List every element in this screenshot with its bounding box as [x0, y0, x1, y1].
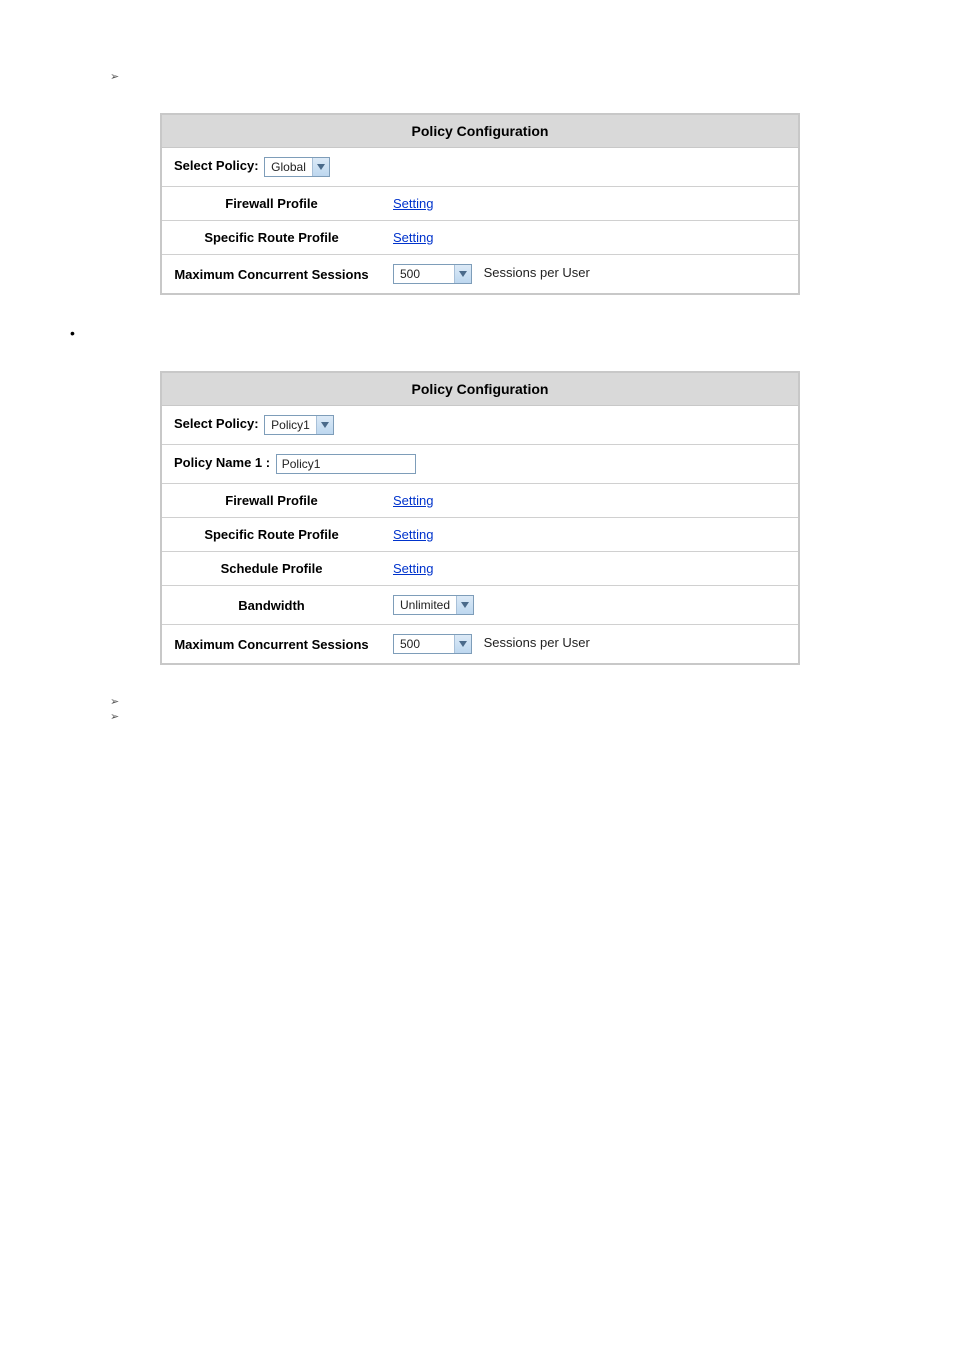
select-policy-label: Select Policy: — [174, 158, 259, 173]
policy-name-input[interactable] — [276, 454, 416, 474]
max-sessions-suffix: Sessions per User — [484, 635, 590, 650]
bullet-arrow: ➢ — [110, 710, 894, 723]
policy-config-table-global: Policy Configuration Select Policy: Glob… — [160, 113, 800, 295]
bullet-dot: • — [70, 325, 894, 341]
specific-route-setting-link[interactable]: Setting — [393, 527, 433, 542]
specific-route-setting-link[interactable]: Setting — [393, 230, 433, 245]
chevron-down-icon — [312, 158, 329, 176]
chevron-down-icon — [316, 416, 333, 434]
firewall-profile-setting-link[interactable]: Setting — [393, 196, 433, 211]
select-policy-label: Select Policy: — [174, 416, 259, 431]
firewall-profile-label: Firewall Profile — [161, 187, 381, 221]
max-sessions-value: 500 — [394, 265, 454, 283]
specific-route-profile-label: Specific Route Profile — [161, 221, 381, 255]
max-sessions-dropdown[interactable]: 500 — [393, 264, 472, 284]
schedule-profile-setting-link[interactable]: Setting — [393, 561, 433, 576]
chevron-down-icon — [454, 635, 471, 653]
select-policy-dropdown[interactable]: Policy1 — [264, 415, 334, 435]
select-policy-value: Global — [265, 158, 312, 176]
max-sessions-label: Maximum Concurrent Sessions — [161, 255, 381, 295]
max-sessions-value: 500 — [394, 635, 454, 653]
bullet-arrow: ➢ — [110, 695, 894, 708]
specific-route-profile-label: Specific Route Profile — [161, 518, 381, 552]
table-title: Policy Configuration — [161, 372, 799, 406]
schedule-profile-label: Schedule Profile — [161, 552, 381, 586]
select-policy-value: Policy1 — [265, 416, 316, 434]
max-sessions-suffix: Sessions per User — [484, 265, 590, 280]
chevron-down-icon — [454, 265, 471, 283]
max-sessions-label: Maximum Concurrent Sessions — [161, 625, 381, 665]
policy-name-label: Policy Name 1 : — [174, 455, 270, 470]
policy-config-table-policy1: Policy Configuration Select Policy: Poli… — [160, 371, 800, 665]
chevron-down-icon — [456, 596, 473, 614]
firewall-profile-setting-link[interactable]: Setting — [393, 493, 433, 508]
bandwidth-value: Unlimited — [394, 596, 456, 614]
max-sessions-dropdown[interactable]: 500 — [393, 634, 472, 654]
bullet-arrow: ➢ — [110, 70, 894, 83]
bandwidth-dropdown[interactable]: Unlimited — [393, 595, 474, 615]
table-title: Policy Configuration — [161, 114, 799, 148]
bandwidth-label: Bandwidth — [161, 586, 381, 625]
firewall-profile-label: Firewall Profile — [161, 484, 381, 518]
select-policy-dropdown[interactable]: Global — [264, 157, 330, 177]
